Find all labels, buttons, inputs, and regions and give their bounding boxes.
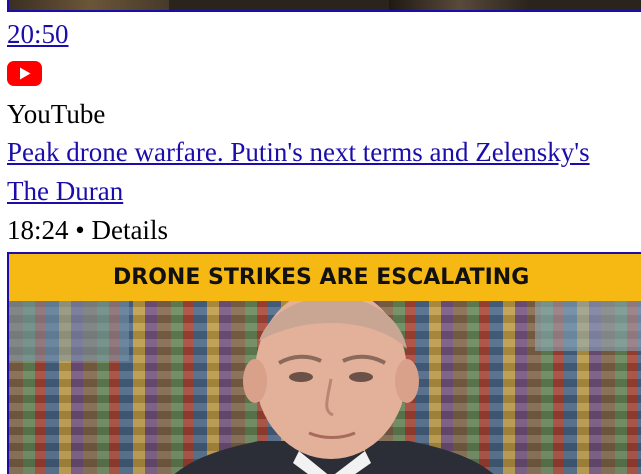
channel-link[interactable]: The Duran <box>7 173 123 209</box>
video-meta: 18:24 • Details <box>7 212 168 248</box>
source-name: YouTube <box>7 99 106 129</box>
youtube-logo-icon <box>7 61 42 86</box>
meta-separator: • <box>75 215 85 245</box>
timestamp-link[interactable]: 20:50 <box>7 16 69 52</box>
video-duration: 18:24 <box>7 215 69 245</box>
video-title-link[interactable]: Peak drone warfare. Putin's next terms a… <box>7 134 590 170</box>
video-thumbnail[interactable]: DRONE STRIKES ARE ESCALATING <box>7 252 641 474</box>
thumbnail-image-part <box>389 0 529 10</box>
previous-video-thumbnail[interactable] <box>7 0 641 12</box>
thumbnail-image-part <box>9 0 169 10</box>
person-image <box>174 301 494 474</box>
thumbnail-caption: DRONE STRIKES ARE ESCALATING <box>9 254 641 301</box>
details-label[interactable]: Details <box>91 215 167 245</box>
